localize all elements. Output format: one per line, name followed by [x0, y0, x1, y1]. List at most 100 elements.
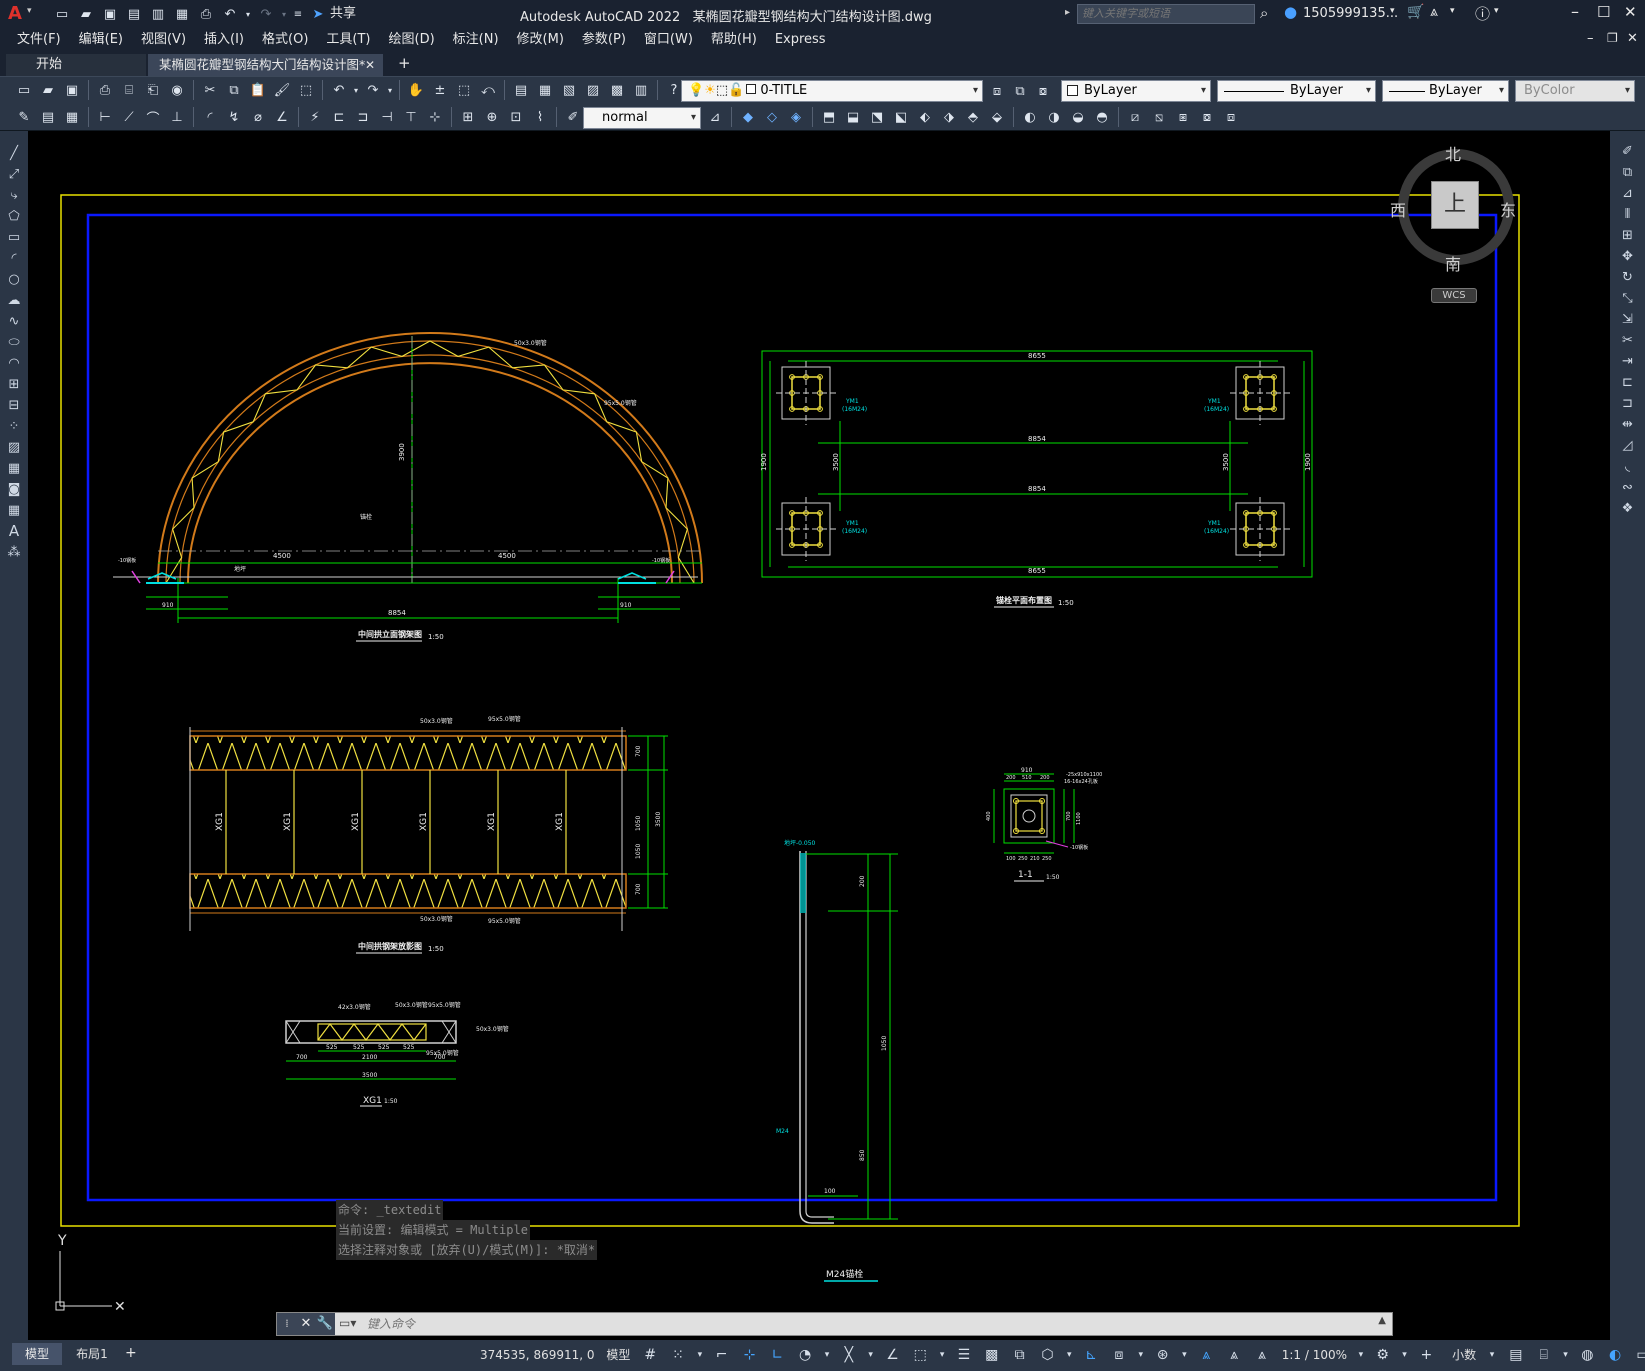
- insert-block-icon[interactable]: ⊞: [0, 374, 28, 395]
- dim-style-icon[interactable]: ⊿: [704, 106, 726, 128]
- dim-continue-icon[interactable]: ⊐: [352, 106, 374, 128]
- coordinates-readout[interactable]: 374535, 869911, 0: [476, 1340, 599, 1371]
- cart-icon[interactable]: 🛒: [1407, 4, 1424, 20]
- text-edit-icon[interactable]: ✎: [13, 106, 35, 128]
- copy-icon[interactable]: ⧉: [223, 79, 245, 101]
- layer-on-icon[interactable]: 💡: [688, 83, 704, 98]
- polar-tracking-icon[interactable]: ◔: [793, 1340, 817, 1371]
- zoom-realtime-icon[interactable]: ±: [429, 79, 451, 101]
- construction-line-icon[interactable]: ⤢: [0, 164, 28, 185]
- point-icon[interactable]: ⁘: [0, 416, 28, 437]
- redo-list-icon[interactable]: ▾: [386, 79, 394, 101]
- dim-edit-icon[interactable]: ✐: [562, 106, 584, 128]
- sheet-set-icon[interactable]: ▨: [582, 79, 604, 101]
- viewcube-east[interactable]: 东: [1500, 197, 1516, 221]
- dimstyle-dropdown-chevron-icon[interactable]: ▾: [691, 108, 696, 128]
- publish-3d-icon[interactable]: ◉: [166, 79, 188, 101]
- infer-constraints-icon[interactable]: ⌐: [710, 1340, 734, 1371]
- hardware-acceleration-icon[interactable]: ◐: [1603, 1340, 1627, 1371]
- open-icon[interactable]: ▰: [37, 79, 59, 101]
- loft-icon[interactable]: ⬕: [890, 106, 912, 128]
- lineweight-dropdown-chevron-icon[interactable]: ▾: [1499, 81, 1504, 101]
- publish-icon[interactable]: ⎗: [142, 79, 164, 101]
- dim-angular-icon[interactable]: ∠: [271, 106, 293, 128]
- command-history-toggle-icon[interactable]: ▲: [1378, 1315, 1386, 1326]
- ellipse-icon[interactable]: ⬭: [0, 332, 28, 353]
- a360-dropdown-icon[interactable]: ▾: [1450, 6, 1455, 16]
- fillet-icon[interactable]: ◟: [1610, 456, 1645, 477]
- annotation-monitor-icon[interactable]: +: [1414, 1340, 1438, 1371]
- linetype-dropdown[interactable]: ByLayer ▾: [1217, 80, 1376, 102]
- menu-item-12[interactable]: Express: [766, 28, 835, 52]
- dim-linear-icon[interactable]: ⊢: [94, 106, 116, 128]
- tab-start[interactable]: 开始: [6, 54, 146, 76]
- 3d-osnap-icon[interactable]: ⬡: [1035, 1340, 1059, 1371]
- dim-diameter-icon[interactable]: ⌀: [247, 106, 269, 128]
- layer-dropdown-chevron-icon[interactable]: ▾: [973, 81, 978, 101]
- autodesk-a360-icon[interactable]: ⩓: [1430, 4, 1438, 20]
- undo-dropdown-icon[interactable]: ▾: [243, 3, 253, 25]
- cut-icon[interactable]: ✂: [199, 79, 221, 101]
- layer-dropdown[interactable]: 💡☀⬚🔓 0-TITLE ▾: [681, 80, 983, 102]
- dim-baseline-icon[interactable]: ⊏: [328, 106, 350, 128]
- autocad-logo-icon[interactable]: A: [8, 3, 26, 24]
- save-icon[interactable]: ▣: [99, 3, 121, 25]
- layer-previous-icon[interactable]: ⧉: [1009, 80, 1031, 102]
- solid-box-icon[interactable]: ◆: [737, 106, 759, 128]
- drawing-canvas[interactable]: 4500 4500 3900 8854 910 910 锚栓 50x3.0钢管 …: [28, 131, 1610, 1340]
- isolate-objects-icon[interactable]: ◍: [1575, 1340, 1599, 1371]
- polygon-icon[interactable]: ⬠: [0, 206, 28, 227]
- layer-lock-icon[interactable]: 🔓: [728, 83, 744, 98]
- doc-restore-icon[interactable]: ❐: [1607, 31, 1618, 45]
- multiline-text-icon[interactable]: ▤: [37, 106, 59, 128]
- extend-icon[interactable]: ⇥: [1610, 351, 1645, 372]
- press-pull-icon[interactable]: ⬖: [914, 106, 936, 128]
- plotstyle-dropdown-chevron-icon[interactable]: ▾: [1625, 81, 1630, 101]
- line-icon[interactable]: ╱: [0, 143, 28, 164]
- user-icon[interactable]: ●: [1284, 3, 1297, 21]
- subtract-icon[interactable]: ◑: [1043, 106, 1065, 128]
- calculator-icon[interactable]: ▥: [630, 79, 652, 101]
- ellipse-arc-icon[interactable]: ◠: [0, 353, 28, 374]
- break-icon[interactable]: ⊐: [1610, 393, 1645, 414]
- tab-layout1[interactable]: 布局1: [64, 1343, 120, 1365]
- isometric-dropdown-icon[interactable]: ▾: [865, 1340, 877, 1371]
- polysolid-icon[interactable]: ⬗: [938, 106, 960, 128]
- linetype-dropdown-chevron-icon[interactable]: ▾: [1366, 81, 1371, 101]
- add-selected-icon[interactable]: ⁂: [0, 542, 28, 563]
- command-grip-icon[interactable]: ⁞: [277, 1313, 297, 1335]
- dim-break-icon[interactable]: ⊤: [400, 106, 422, 128]
- snap-dropdown-icon[interactable]: ▾: [694, 1340, 706, 1371]
- solid-cylinder-icon[interactable]: ◇: [761, 106, 783, 128]
- 3d-osnap-dropdown-icon[interactable]: ▾: [1063, 1340, 1075, 1371]
- selection-filter-icon[interactable]: ⧈: [1107, 1340, 1131, 1371]
- units-dropdown-icon[interactable]: ▾: [1484, 1340, 1500, 1371]
- revolve-icon[interactable]: ⬓: [842, 106, 864, 128]
- model-space-toggle[interactable]: 模型: [602, 1340, 634, 1371]
- menu-item-5[interactable]: 工具(T): [317, 28, 379, 52]
- menu-item-0[interactable]: 文件(F): [8, 28, 70, 52]
- paste-icon[interactable]: 📋: [247, 79, 269, 101]
- layer-freeze-icon[interactable]: ☀: [704, 83, 716, 98]
- properties-icon[interactable]: ▤: [510, 79, 532, 101]
- quick-properties-icon[interactable]: ▤: [1504, 1340, 1528, 1371]
- trim-icon[interactable]: ✂: [1610, 330, 1645, 351]
- break-at-point-icon[interactable]: ⊏: [1610, 372, 1645, 393]
- dynamic-input-icon[interactable]: ⊹: [738, 1340, 762, 1371]
- menu-item-3[interactable]: 插入(I): [195, 28, 253, 52]
- object-snap-icon[interactable]: ⬚: [908, 1340, 932, 1371]
- table-icon[interactable]: ▦: [0, 500, 28, 521]
- maximize-icon[interactable]: ☐: [1597, 3, 1610, 21]
- menu-item-11[interactable]: 帮助(H): [702, 28, 766, 52]
- dim-space-icon[interactable]: ⊣: [376, 106, 398, 128]
- stretch-icon[interactable]: ⇲: [1610, 309, 1645, 330]
- scale-icon[interactable]: ⤡: [1610, 288, 1645, 309]
- menu-item-7[interactable]: 标注(N): [444, 28, 508, 52]
- explode-icon[interactable]: ❖: [1610, 498, 1645, 519]
- doc-close-icon[interactable]: ✕: [1627, 31, 1638, 46]
- menu-item-8[interactable]: 修改(M): [508, 28, 573, 52]
- menu-item-2[interactable]: 视图(V): [132, 28, 195, 52]
- save-toolbar-icon[interactable]: ▣: [61, 79, 83, 101]
- color-dropdown[interactable]: ByLayer ▾: [1061, 80, 1211, 102]
- solid-wedge-icon[interactable]: ◈: [785, 106, 807, 128]
